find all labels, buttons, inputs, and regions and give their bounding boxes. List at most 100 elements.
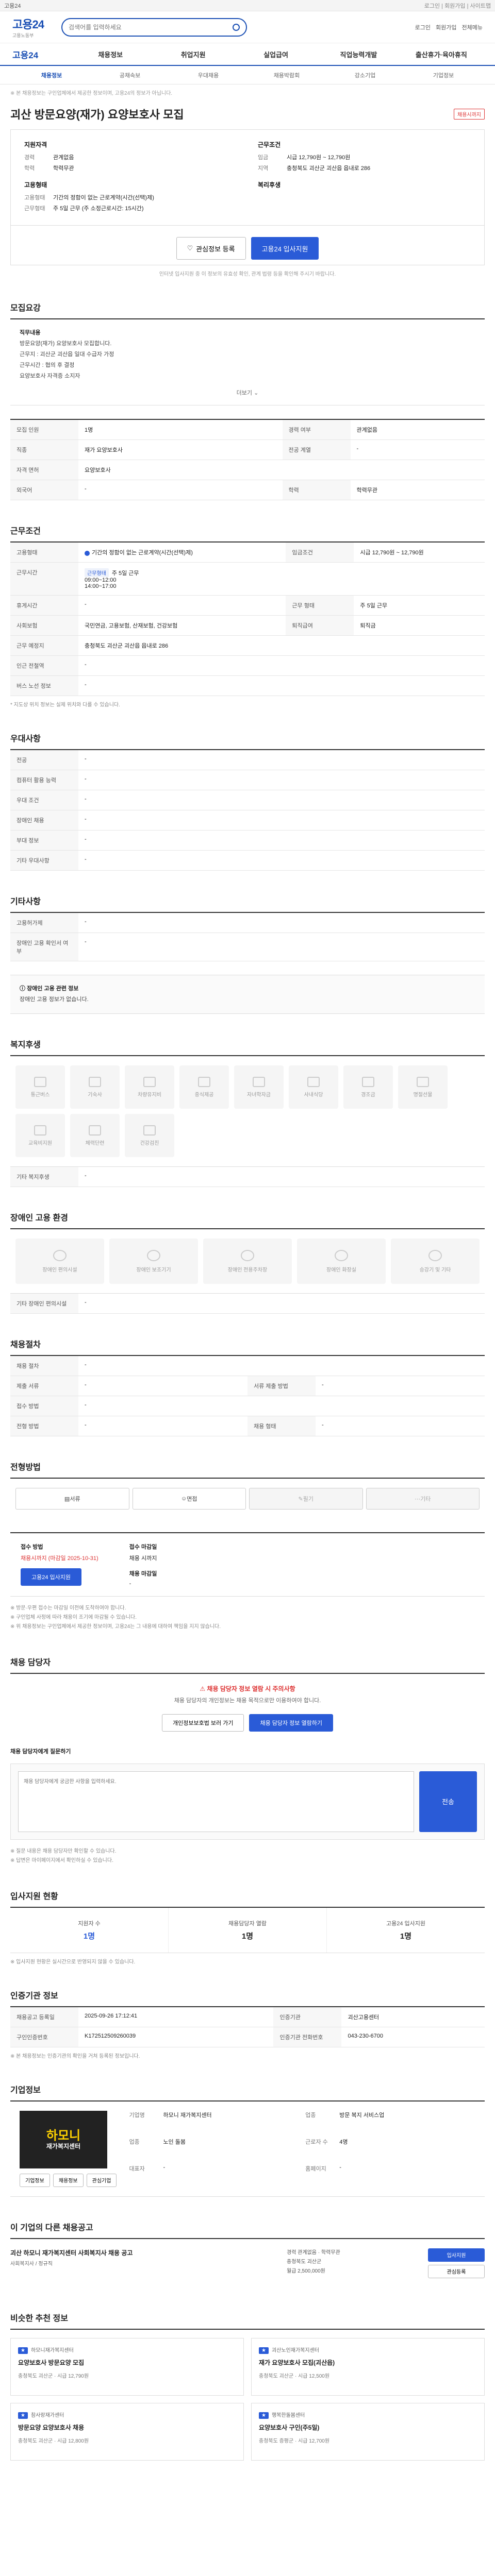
related-apply-button[interactable]: 입사지원	[428, 2248, 485, 2262]
kv-value: 충청북도 괴산군 괴산읍 읍내로 286	[287, 165, 371, 172]
regist-heading: 인증기관 정보	[10, 1991, 58, 2001]
row-value: -	[78, 750, 485, 771]
duty-line: 근무시간 : 협의 후 결정	[20, 362, 75, 368]
table-row: 인근 전철역 -	[10, 655, 485, 676]
gnb-item-leave[interactable]: 출산휴가·육아휴직	[400, 49, 483, 59]
snb-item-0[interactable]: 채용정보	[12, 71, 91, 79]
disability-title: ⓘ 장애인 고용 관련 정보	[20, 984, 475, 994]
prefer-table: 전공 - 컴퓨터 활용 능력 - 우대 조건 - 장애인 채용 - 부대 정보 - 기타 …	[10, 749, 485, 871]
card-tag: ★	[18, 2347, 28, 2354]
duty-more-button[interactable]: 더보기 ⌄	[20, 388, 475, 397]
qna-send-button[interactable]: 전송	[419, 1771, 477, 1832]
person-icon: ☺	[181, 1496, 187, 1502]
etc-section: 기타사항 고용허가제 - 장애인 고용 확인서 여부 -	[10, 894, 485, 962]
facility-item: 차량유지비	[125, 1065, 174, 1109]
apply-box: 접수 방법 채용시까지 (마감일 2025-10-31) 고용24 입사지원 접…	[10, 1532, 485, 1597]
row-value: 충청북도 괴산군 괴산읍 읍내로 286	[78, 635, 485, 656]
facility-item: 통근버스	[15, 1065, 65, 1109]
snb-item-2[interactable]: 우대채용	[169, 71, 248, 79]
gnb-brand[interactable]: 고용24	[12, 48, 69, 61]
disability-box: ⓘ 장애인 고용 관련 정보 장애인 고용 정보가 없습니다.	[10, 975, 485, 1014]
facility-item: 중식제공	[179, 1065, 229, 1109]
summary-kv: 경력 관계없음	[24, 153, 237, 161]
privacy-law-button[interactable]: 개인정보보호법 보러 가기	[162, 1714, 244, 1732]
kv-key: 학력	[24, 165, 35, 172]
row-key: 부대 정보	[10, 830, 78, 851]
row-key: 전공	[10, 750, 78, 771]
time-tag: 근무형태	[85, 568, 109, 578]
process-heading: 채용절차	[10, 1341, 41, 1350]
heart-icon: ♡	[187, 244, 193, 252]
facility-item: 체력단련	[70, 1114, 120, 1158]
row-key: 접수 방법	[10, 1396, 78, 1417]
apply-col-value: -	[129, 1581, 131, 1587]
gnb-item-benefit[interactable]: 실업급여	[235, 49, 317, 59]
view-manager-button[interactable]: 채용 담당자 정보 열람하기	[249, 1714, 333, 1732]
similar-card[interactable]: ★ 하모니재가복지센터 요양보호사 방문요양 모집 충청북도 괴산군 · 시급 12,…	[10, 2337, 244, 2396]
gnb-item-support[interactable]: 취업지원	[152, 49, 234, 59]
facility-item: 경조금	[343, 1065, 393, 1109]
table-row: 기타 장애인 편의시설 -	[10, 1293, 485, 1314]
card-meta: 충청북도 괴산군 · 시급 12,790원	[18, 2373, 89, 2379]
facility-other-table: 기타 복지후생 -	[10, 1167, 485, 1188]
similar-card[interactable]: ★ 괴산노인재가복지센터 재가 요양보호사 모집(괴산읍) 충청북도 괴산군 · 시급…	[251, 2337, 485, 2396]
facility-heading: 복지후생	[10, 1041, 41, 1050]
summary-kv: 임금 시급 12,790원 ~ 12,790원	[258, 153, 471, 161]
summary2-right-title: 복리후생	[258, 181, 281, 189]
disability-title-text: 장애인 고용 관련 정보	[27, 986, 79, 992]
method-label: 서류	[70, 1496, 80, 1503]
top-utility-right[interactable]: 로그인 | 회원가입 | 사이트맵	[424, 2, 491, 10]
company-logo: 하모니 재가복지센터	[20, 2110, 107, 2168]
search-icon[interactable]	[232, 23, 240, 31]
stat-item: 지원자 수 1명	[10, 1907, 169, 1953]
fitness-icon	[89, 1125, 101, 1136]
apply-col-title: 채용 마감일	[129, 1571, 157, 1578]
qna-textarea[interactable]	[18, 1771, 414, 1832]
note-line: ※ 질문 내용은 채용 담당자만 확인할 수 있습니다.	[10, 1848, 117, 1854]
table-row: 채용 절차 -	[10, 1355, 485, 1377]
summary-kv: 고용형태 기간의 정함이 없는 근로계약(시간(선택)제)	[24, 193, 237, 201]
related-title[interactable]: 괴산 하모니 재가복지센터 사회복지사 채용 공고	[10, 2248, 279, 2257]
scrap-button[interactable]: ♡ 관심정보 등록	[176, 237, 246, 260]
row-value: -	[316, 1416, 485, 1437]
snb-item-3[interactable]: 채용박람회	[248, 71, 326, 79]
qna-title: 채용 담당자에게 질문하기	[10, 1748, 71, 1755]
table-row: 부대 정보 -	[10, 830, 485, 851]
snb-item-4[interactable]: 강소기업	[326, 71, 404, 79]
facility-item: 명절선물	[398, 1065, 448, 1109]
header-link-join[interactable]: 회원가입	[436, 23, 456, 31]
check-icon	[85, 550, 90, 556]
site-logo[interactable]: 고용24 고용노동부	[12, 15, 44, 39]
time-line: 14:00~17:00	[85, 583, 117, 590]
apply-button[interactable]: 고용24 입사지원	[251, 237, 319, 260]
similar-card[interactable]: ★ 행복한돌봄센터 요양보호사 구인(주5일) 충청북도 증평군 · 시급 12,70…	[251, 2402, 485, 2461]
company-info-button[interactable]: 기업정보	[20, 2173, 50, 2187]
search-input[interactable]	[68, 23, 233, 31]
header-link-login[interactable]: 로그인	[415, 23, 431, 31]
card-company: ★ 하모니재가복지센터	[18, 2346, 236, 2354]
company-key: 업종	[305, 2112, 316, 2119]
gnb-item-training[interactable]: 직업능력개발	[317, 49, 400, 59]
similar-card[interactable]: ★ 참사랑재가센터 방문요양 요양보호사 채용 충청북도 괴산군 · 시급 12,80…	[10, 2402, 244, 2461]
kv-value: 학력무관	[53, 165, 74, 172]
snb-item-5[interactable]: 기업정보	[404, 71, 483, 79]
method-heading: 전형방법	[10, 1463, 41, 1472]
company-fav-button[interactable]: 관심기업	[86, 2173, 117, 2187]
company-buttons: 기업정보 채용정보 관심기업	[20, 2173, 117, 2187]
header-link-menu[interactable]: 전체메뉴	[462, 23, 483, 31]
row-key: 직종	[10, 439, 78, 461]
snb-item-1[interactable]: 공채속보	[91, 71, 169, 79]
apply-button-2[interactable]: 고용24 입사지원	[21, 1568, 82, 1586]
stats-note: ※ 입사지원 현황은 실시간으로 반영되지 않을 수 있습니다.	[10, 1959, 136, 1965]
row-key: 사회보험	[10, 615, 78, 636]
table-row: 자격 면허 요양보호사	[10, 460, 485, 481]
gnb-item-jobs[interactable]: 채용정보	[69, 49, 152, 59]
summary-left-title: 지원자격	[24, 141, 47, 148]
related-fav-button[interactable]: 관심등록	[428, 2264, 485, 2278]
kv-value: 시급 12,790원 ~ 12,790원	[287, 155, 351, 161]
note-line: ※ 방문·우편 접수는 마감일 이전에 도착하여야 합니다.	[10, 1605, 126, 1612]
card-title: 요양보호사 구인(주5일)	[259, 2424, 320, 2431]
company-jobs-button[interactable]: 채용정보	[53, 2173, 84, 2187]
site-header: 고용24 고용노동부 로그인 회원가입 전체메뉴	[0, 11, 495, 43]
facility-label: 사내식당	[304, 1092, 323, 1098]
